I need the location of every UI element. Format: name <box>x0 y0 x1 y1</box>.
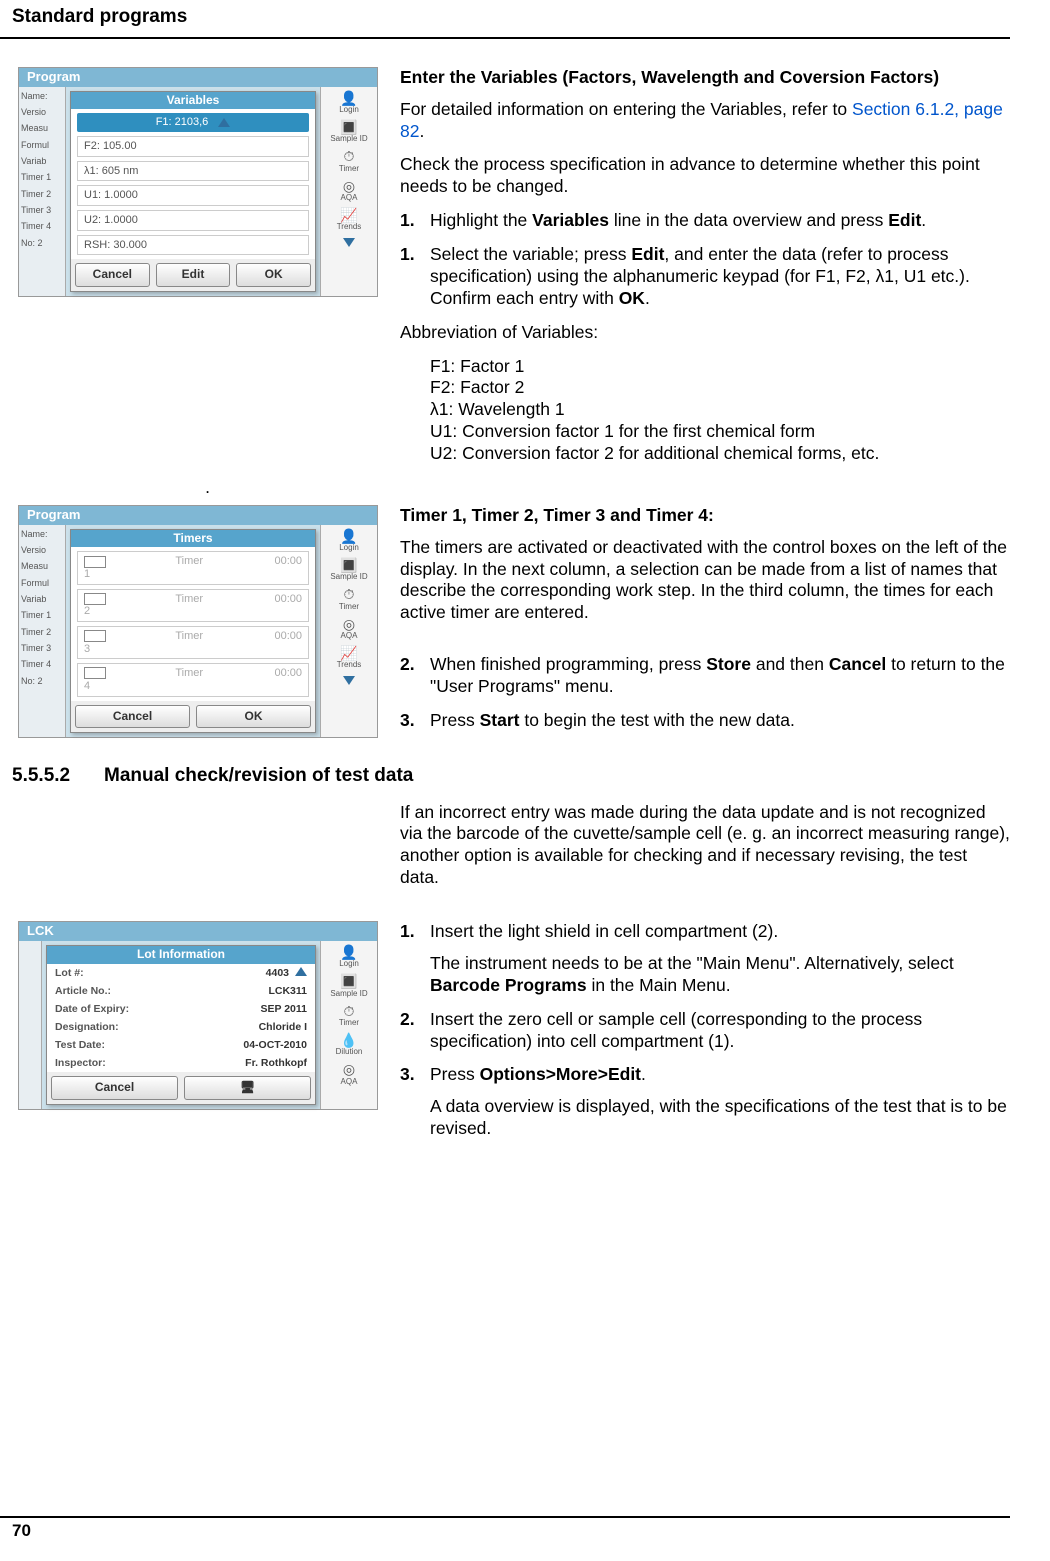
timers-ok-button[interactable]: OK <box>196 705 311 729</box>
fig1-row-u1: U1: 1.0000 <box>84 189 138 202</box>
login-icon: 👤 <box>340 90 357 106</box>
lot-info-modal-title: Lot Information <box>47 946 315 964</box>
variables-cancel-button[interactable]: Cancel <box>75 263 150 287</box>
fig1-side-9: No: 2 <box>21 238 63 248</box>
fig1-side-4: Variab <box>21 156 63 166</box>
timers-modal-title: Timers <box>71 530 315 548</box>
fig2-program-bar: Program <box>19 506 377 525</box>
step-number: 3. <box>400 710 430 732</box>
timer-icon: ⏱ <box>344 1003 355 1019</box>
timers-step-3: Press Start to begin the test with the n… <box>430 710 1010 732</box>
lot-cancel-button[interactable]: Cancel <box>51 1076 178 1100</box>
running-head: Standard programs <box>0 0 1010 39</box>
fig1-side-2: Measu <box>21 123 63 133</box>
period-marker: . <box>0 477 210 499</box>
lot-pc-button[interactable]: 🖥 <box>184 1076 311 1100</box>
timer-icon: ⏱ <box>344 148 355 164</box>
aqa-icon: ◎ <box>343 1061 355 1077</box>
timer-3-checkbox[interactable] <box>84 630 106 642</box>
lot-info-screenshot: LCK Lot Information Lot #:4403 Article N… <box>18 921 378 1110</box>
variables-step-2: Select the variable; press Edit, and ent… <box>430 244 1010 310</box>
variables-intro: For detailed information on entering the… <box>400 99 1010 143</box>
fig3-top-bar: LCK <box>19 922 377 941</box>
step-number: 2. <box>400 1009 430 1053</box>
fig1-row-f1: F1: 2103,6 <box>156 116 209 129</box>
fig1-row-rsh: RSH: 30.000 <box>84 239 147 252</box>
variables-ok-button[interactable]: OK <box>236 263 311 287</box>
variables-check-spec: Check the process specification in advan… <box>400 154 1010 198</box>
page-number: 70 <box>0 1516 1010 1541</box>
computer-icon: 🖥 <box>240 1080 255 1094</box>
subsection-heading: 5.5.5.2 Manual check/revision of test da… <box>12 764 1010 788</box>
step-number: 1. <box>400 921 430 997</box>
trends-icon: 📈 <box>340 645 357 661</box>
fig1-side-0: Name: <box>21 91 63 101</box>
aqa-icon: ◎ <box>343 616 355 632</box>
timers-desc: The timers are activated or deactivated … <box>400 537 1010 625</box>
step-number: 1. <box>400 244 430 310</box>
timer-2-checkbox[interactable] <box>84 593 106 605</box>
timers-cancel-button[interactable]: Cancel <box>75 705 190 729</box>
fig1-program-bar: Program <box>19 68 377 87</box>
variables-edit-button[interactable]: Edit <box>156 263 231 287</box>
aqa-icon: ◎ <box>343 178 355 194</box>
step-number: 3. <box>400 1064 430 1140</box>
login-icon: 👤 <box>340 528 357 544</box>
login-icon: 👤 <box>340 944 357 960</box>
dilution-icon: 💧 <box>340 1032 357 1048</box>
scroll-down-icon <box>343 676 355 685</box>
fig1-row-f2: F2: 105.00 <box>84 140 137 153</box>
variables-heading: Enter the Variables (Factors, Wavelength… <box>400 67 1010 89</box>
fig1-side-7: Timer 3 <box>21 205 63 215</box>
fig1-side-8: Timer 4 <box>21 221 63 231</box>
timer-4-checkbox[interactable] <box>84 667 106 679</box>
variables-modal-title: Variables <box>71 92 315 110</box>
abbrev-heading: Abbreviation of Variables: <box>400 322 1010 344</box>
variables-step-1: Highlight the Variables line in the data… <box>430 210 1010 232</box>
subsection-intro: If an incorrect entry was made during th… <box>400 802 1010 890</box>
step-number: 1. <box>400 210 430 232</box>
timer-1-checkbox[interactable] <box>84 556 106 568</box>
abbreviation-list: F1: Factor 1 F2: Factor 2 λ1: Wavelength… <box>430 356 1010 465</box>
fig1-side-3: Formul <box>21 140 63 150</box>
trends-icon: 📈 <box>340 207 357 223</box>
lot-step-3: Press Options>More>Edit. A data overview… <box>430 1064 1010 1140</box>
fig1-row-l1: λ1: 605 nm <box>84 165 138 178</box>
fig1-side-6: Timer 2 <box>21 189 63 199</box>
timers-screenshot: Program Name: Versio Measu Formul Variab… <box>18 505 378 739</box>
scroll-down-icon <box>343 238 355 247</box>
sample-id-icon: 🔳 <box>340 557 357 573</box>
sample-id-icon: 🔳 <box>340 119 357 135</box>
sample-id-icon: 🔳 <box>340 973 357 989</box>
fig1-side-1: Versio <box>21 107 63 117</box>
timers-step-2: When finished programming, press Store a… <box>430 654 1010 698</box>
variables-screenshot: Program Name: Versio Measu Formul Variab… <box>18 67 378 297</box>
fig1-row-u2: U2: 1.0000 <box>84 214 138 227</box>
lot-step-1: Insert the light shield in cell compartm… <box>430 921 1010 997</box>
timers-heading: Timer 1, Timer 2, Timer 3 and Timer 4: <box>400 505 1010 527</box>
scroll-up-icon <box>218 118 230 127</box>
scroll-up-icon <box>295 967 307 976</box>
step-number: 2. <box>400 654 430 698</box>
lot-step-2: Insert the zero cell or sample cell (cor… <box>430 1009 1010 1053</box>
fig1-side-5: Timer 1 <box>21 172 63 182</box>
timer-icon: ⏱ <box>344 586 355 602</box>
